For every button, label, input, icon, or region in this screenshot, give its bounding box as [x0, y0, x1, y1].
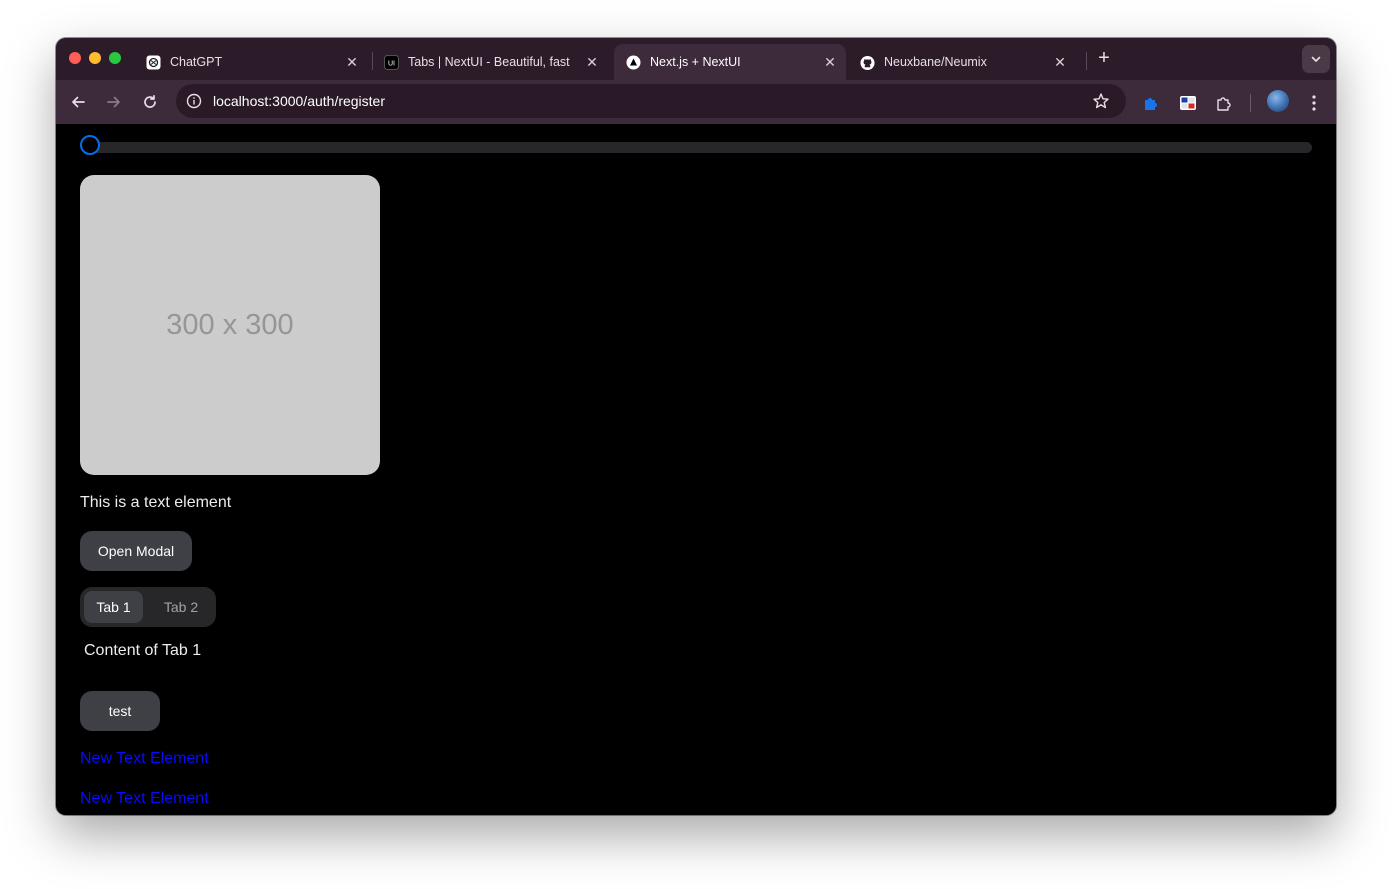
page-viewport: 300 x 300 This is a text element Open Mo…	[56, 124, 1336, 815]
browser-tab-nextui-tabs[interactable]: UI Tabs | NextUI - Beautiful, fast ✕	[372, 44, 604, 80]
slider-thumb[interactable]	[80, 135, 100, 155]
close-tab-icon[interactable]: ✕	[584, 54, 600, 70]
tab-panel-content: Content of Tab 1	[84, 642, 202, 659]
test-button[interactable]: test	[80, 691, 160, 731]
url-text: localhost:3000/auth/register	[213, 93, 385, 109]
tab-2[interactable]: Tab 2	[151, 591, 211, 623]
browser-tab-nextjs-nextui[interactable]: Next.js + NextUI ✕	[614, 44, 846, 80]
nextjs-icon	[626, 55, 641, 70]
browser-tab-github[interactable]: Neuxbane/Neumix ✕	[848, 44, 1080, 80]
tab-title: Neuxbane/Neumix	[884, 55, 987, 69]
nextui-icon: UI	[384, 55, 399, 70]
tab-title: ChatGPT	[170, 55, 223, 69]
close-tab-icon[interactable]: ✕	[822, 54, 838, 70]
close-window-button[interactable]	[69, 52, 81, 64]
close-tab-icon[interactable]: ✕	[1052, 54, 1068, 70]
open-modal-button[interactable]: Open Modal	[80, 531, 192, 571]
placeholder-image-label: 300 x 300	[166, 308, 294, 341]
tabs-list: Tab 1 Tab 2	[80, 587, 216, 627]
new-text-element-link[interactable]: New Text Element	[80, 749, 209, 769]
browser-toolbar: localhost:3000/auth/register	[56, 80, 1336, 124]
url-path: :3000/auth/register	[268, 93, 386, 109]
url-host: localhost	[213, 93, 269, 109]
site-info-icon[interactable]	[185, 92, 203, 110]
tab-strip: ChatGPT ✕ UI Tabs | NextUI - Beautiful, …	[56, 38, 1336, 80]
tab-title: Next.js + NextUI	[650, 55, 741, 69]
reload-button[interactable]	[137, 89, 163, 115]
tab-1[interactable]: Tab 1	[84, 591, 143, 623]
arrow-right-icon	[107, 96, 120, 108]
new-text-element-link[interactable]: New Text Element	[80, 789, 209, 809]
new-tab-button[interactable]: +	[1094, 48, 1114, 68]
svg-text:UI: UI	[388, 61, 395, 68]
profile-avatar[interactable]	[1267, 90, 1289, 112]
minimize-window-button[interactable]	[89, 52, 101, 64]
tab-search-button[interactable]	[1302, 45, 1330, 73]
forward-button[interactable]	[101, 89, 127, 115]
browser-window: ChatGPT ✕ UI Tabs | NextUI - Beautiful, …	[56, 38, 1336, 815]
reload-icon	[144, 94, 156, 108]
extension-flag-icon[interactable]	[1177, 92, 1199, 114]
address-bar[interactable]: localhost:3000/auth/register	[176, 84, 1126, 118]
github-icon	[860, 55, 875, 70]
back-button[interactable]	[65, 89, 91, 115]
arrow-left-icon	[72, 96, 85, 108]
chatgpt-icon	[146, 55, 161, 70]
bookmark-star-icon[interactable]	[1092, 92, 1110, 110]
toolbar-divider	[1250, 94, 1251, 112]
maximize-window-button[interactable]	[109, 52, 121, 64]
browser-tab-chatgpt[interactable]: ChatGPT ✕	[134, 44, 366, 80]
extensions-puzzle-icon[interactable]	[1213, 92, 1235, 114]
chevron-down-icon	[1311, 56, 1321, 62]
slider-track[interactable]	[82, 142, 1312, 153]
tab-title: Tabs | NextUI - Beautiful, fast	[408, 55, 570, 69]
placeholder-image: 300 x 300	[80, 175, 380, 475]
text-element: This is a text element	[80, 494, 232, 511]
puzzle-extension-blue-icon[interactable]	[1140, 92, 1162, 114]
tab-separator	[1086, 52, 1087, 70]
more-menu-icon[interactable]	[1303, 92, 1325, 114]
close-tab-icon[interactable]: ✕	[344, 54, 360, 70]
